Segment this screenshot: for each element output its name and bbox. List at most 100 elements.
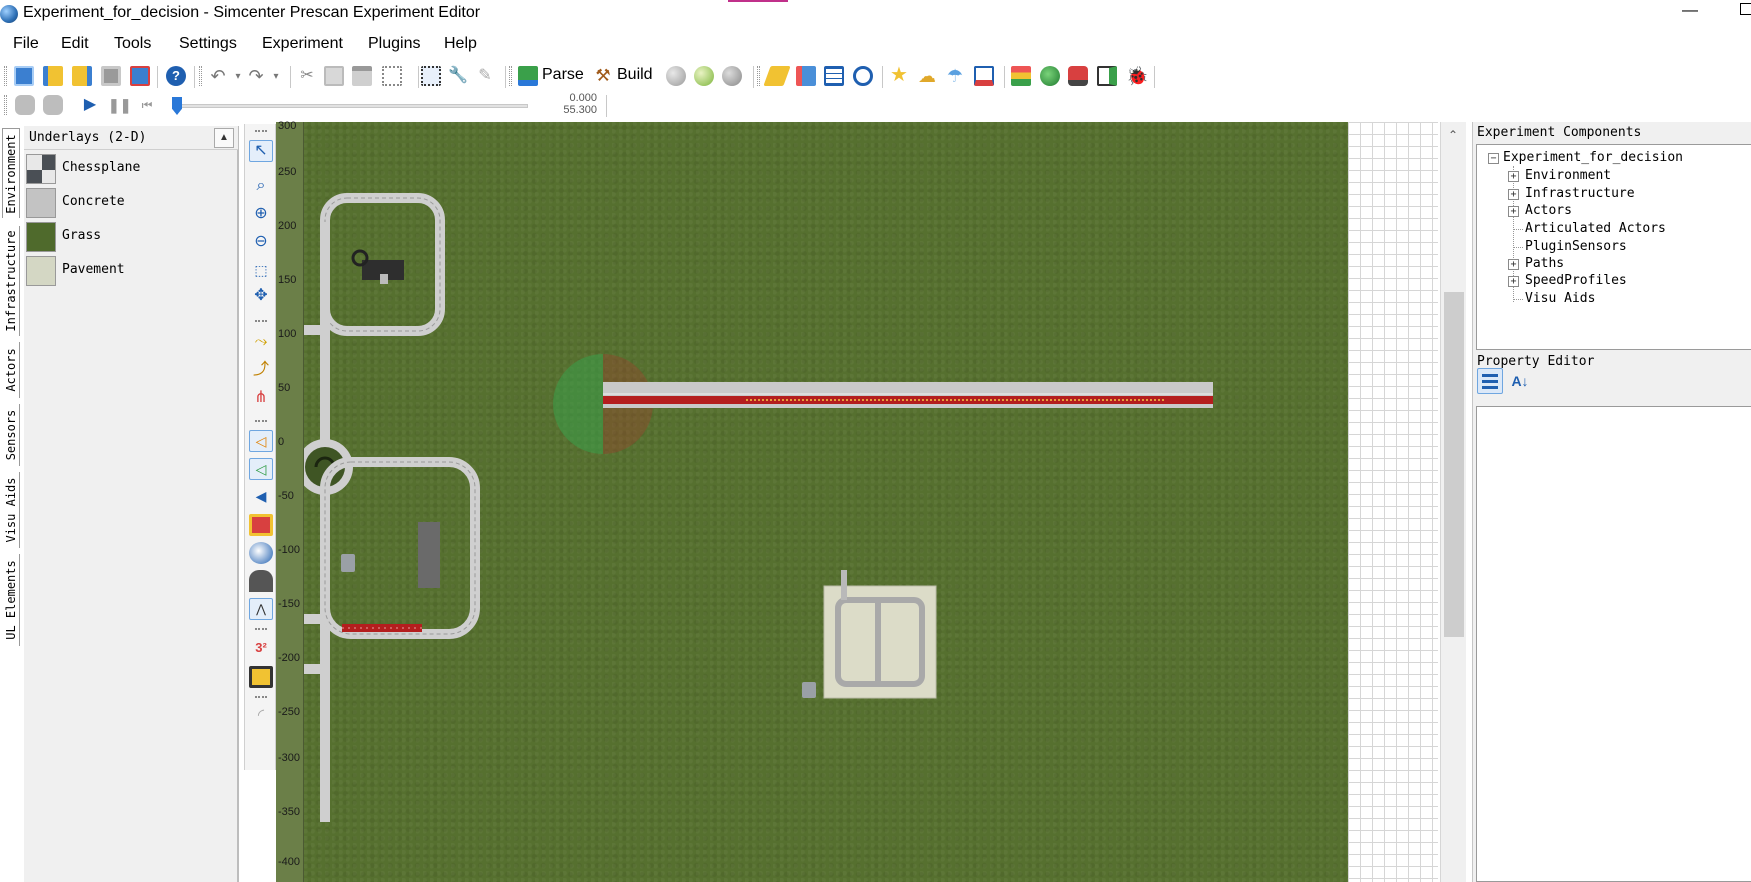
undo-icon[interactable]: ↶ xyxy=(208,66,228,86)
collapse-root-icon[interactable]: − xyxy=(1488,153,1499,164)
sphere-dark-icon[interactable] xyxy=(722,66,742,86)
zoom-out-icon[interactable]: ⊖ xyxy=(249,232,273,254)
record-icon[interactable] xyxy=(15,95,35,115)
toolbar-grip-2[interactable] xyxy=(199,66,202,86)
expand-speedprofiles-icon[interactable]: + xyxy=(1508,276,1519,287)
globe-icon[interactable] xyxy=(1040,66,1060,86)
help-icon[interactable]: ? xyxy=(166,66,186,86)
sphere-green-icon[interactable] xyxy=(694,66,714,86)
building-tall[interactable] xyxy=(418,522,440,588)
expand-environment-icon[interactable]: + xyxy=(1508,171,1519,182)
pencil-icon[interactable]: ✎ xyxy=(475,66,495,86)
camera-icon[interactable] xyxy=(43,95,63,115)
copy-icon[interactable] xyxy=(324,66,344,86)
star-icon[interactable]: ★ xyxy=(889,65,909,85)
cut-icon[interactable]: ✂ xyxy=(297,66,317,86)
weather-rain-icon[interactable]: ☂ xyxy=(945,66,965,86)
underlay-item-chessplane[interactable]: Chessplane xyxy=(26,152,226,184)
expand-actors-icon[interactable]: + xyxy=(1508,206,1519,217)
tree-item-infrastructure[interactable]: Infrastructure xyxy=(1525,186,1635,201)
tab-environment[interactable]: Environment xyxy=(2,128,20,218)
scrollbar-thumb[interactable] xyxy=(1444,292,1464,637)
tree-item-pluginsensors[interactable]: PluginSensors xyxy=(1525,239,1627,254)
build-icon[interactable]: ⚒ xyxy=(593,66,613,86)
zoom-region-icon[interactable]: ⬚ xyxy=(249,260,273,282)
open-recent-icon[interactable] xyxy=(72,66,92,86)
sensor-radar-icon[interactable]: ◁ xyxy=(249,430,273,452)
tab-actors[interactable]: Actors xyxy=(2,342,20,398)
export-icon[interactable] xyxy=(1097,66,1117,86)
edit-path-icon[interactable] xyxy=(796,66,816,86)
build-button[interactable]: Build xyxy=(617,66,653,84)
play-icon[interactable]: ▶ xyxy=(80,95,100,115)
maximize-button[interactable] xyxy=(1740,3,1751,15)
underlay-item-concrete[interactable]: Concrete xyxy=(26,186,226,218)
table-icon[interactable] xyxy=(824,66,844,86)
menu-help[interactable]: Help xyxy=(444,35,477,53)
redo-icon[interactable]: ↷ xyxy=(246,66,266,86)
underlay-item-grass[interactable]: Grass xyxy=(26,220,226,252)
toolbar-grip[interactable] xyxy=(4,66,7,86)
sphere-gray-icon[interactable] xyxy=(666,66,686,86)
open-icon[interactable] xyxy=(43,66,63,86)
zoom-in-icon[interactable]: ⊕ xyxy=(249,204,273,226)
tree-item-actors[interactable]: Actors xyxy=(1525,203,1572,218)
parse-button[interactable]: Parse xyxy=(542,66,584,84)
tab-visu-aids[interactable]: Visu Aids xyxy=(2,472,20,548)
menu-file[interactable]: File xyxy=(13,35,39,53)
road-loop-south[interactable] xyxy=(320,457,480,639)
tree-item-articulated-actors[interactable]: Articulated Actors xyxy=(1525,221,1666,236)
tree-item-speedprofiles[interactable]: SpeedProfiles xyxy=(1525,273,1627,288)
sensor-lidar-icon[interactable]: ◀ xyxy=(249,486,273,508)
alphabetical-sort-icon[interactable]: A↓ xyxy=(1507,368,1533,394)
undo-dropdown-icon[interactable]: ▾ xyxy=(228,66,248,86)
menu-settings[interactable]: Settings xyxy=(179,35,237,53)
property-grid[interactable] xyxy=(1476,406,1751,882)
vehicle-parked[interactable] xyxy=(341,554,355,572)
save-as-icon[interactable] xyxy=(130,66,150,86)
fit-view-icon[interactable] xyxy=(421,66,441,86)
vehicle-lot[interactable] xyxy=(802,682,816,698)
path-node-icon[interactable]: ⋔ xyxy=(249,388,273,410)
sensor-coverage-green[interactable] xyxy=(553,354,603,454)
vertical-scrollbar[interactable]: ⌃ xyxy=(1440,122,1466,882)
chart-icon[interactable] xyxy=(974,66,994,86)
expand-infrastructure-icon[interactable]: + xyxy=(1508,189,1519,200)
tree-item-visu-aids[interactable]: Visu Aids xyxy=(1525,291,1595,306)
categorized-view-icon[interactable] xyxy=(1477,368,1503,394)
pause-icon[interactable]: ❚❚ xyxy=(108,95,131,115)
sensor-globe-icon[interactable] xyxy=(249,542,273,564)
scroll-up-icon[interactable]: ⌃ xyxy=(1448,128,1458,142)
rewind-icon[interactable]: ⏮ xyxy=(137,95,157,115)
tree-item-environment[interactable]: Environment xyxy=(1525,168,1611,183)
weather-cloud-icon[interactable]: ☁ xyxy=(917,66,937,86)
arc-icon[interactable]: ◜ xyxy=(249,706,273,728)
toolbar-grip-3[interactable] xyxy=(509,66,512,86)
select-pointer-icon[interactable]: ↖ xyxy=(249,140,273,162)
toolbar-grip-4[interactable] xyxy=(757,66,760,86)
sensor-camera-icon[interactable]: ◁ xyxy=(249,458,273,480)
underlay-item-pavement[interactable]: Pavement xyxy=(26,254,226,286)
zoom-icon[interactable]: ⌕ xyxy=(249,176,273,198)
vehicle-icon[interactable] xyxy=(1068,66,1088,86)
new-experiment-icon[interactable] xyxy=(14,66,34,86)
select-all-icon[interactable] xyxy=(382,66,402,86)
paste-icon[interactable] xyxy=(352,66,372,86)
dashboard-icon[interactable] xyxy=(853,66,873,86)
tree-marker[interactable] xyxy=(351,249,369,267)
menu-edit[interactable]: Edit xyxy=(61,35,89,53)
road-bend-icon[interactable]: ⤴ xyxy=(249,360,273,382)
menu-experiment[interactable]: Experiment xyxy=(262,35,343,53)
tools-icon[interactable]: 🔧 xyxy=(448,66,468,86)
label-icon[interactable] xyxy=(249,666,273,688)
road-curve-icon[interactable]: ⤳ xyxy=(249,332,273,354)
save-icon[interactable] xyxy=(101,66,121,86)
tab-infrastructure[interactable]: Infrastructure xyxy=(2,226,20,336)
road-straight[interactable] xyxy=(603,382,1213,408)
sensor-tis-icon[interactable] xyxy=(249,514,273,536)
tab-sensors[interactable]: Sensors xyxy=(2,404,20,466)
tree-item-paths[interactable]: Paths xyxy=(1525,256,1564,271)
time-slider-track[interactable] xyxy=(176,104,528,108)
redo-dropdown-icon[interactable]: ▾ xyxy=(266,66,286,86)
collapse-button[interactable]: ▲ xyxy=(214,128,234,148)
